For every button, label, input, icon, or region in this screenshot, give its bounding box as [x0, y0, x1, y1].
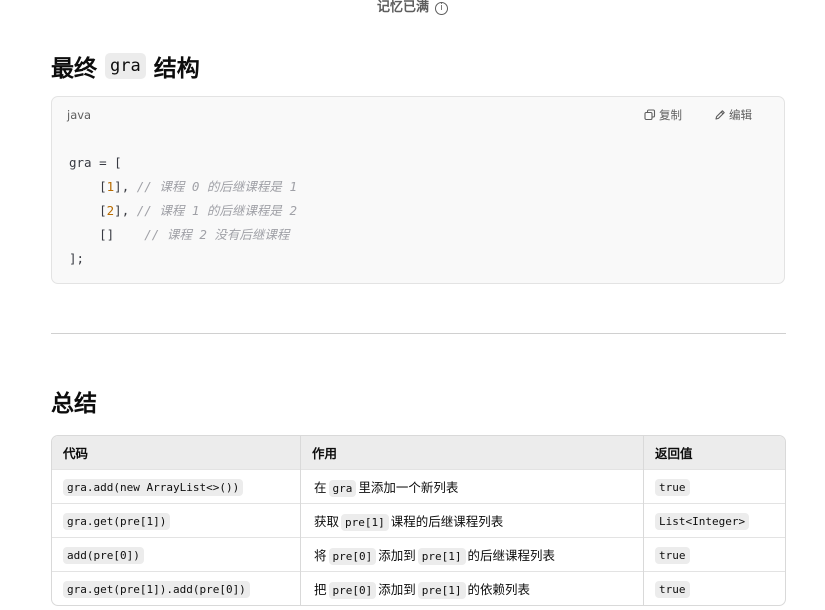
copy-icon: [644, 109, 656, 121]
code-cell: gra.get(pre[1]): [52, 503, 301, 538]
code-line: [] // 课程 2 没有后继课程: [99, 227, 290, 242]
heading-text: 总结: [51, 391, 97, 417]
heading-inline-code: gra: [105, 53, 146, 79]
code-line: gra = [: [69, 155, 122, 170]
table-header-row: 代码 作用 返回值: [52, 436, 785, 470]
column-header-code: 代码: [52, 436, 301, 470]
pencil-icon: [715, 110, 725, 120]
section-heading-summary: 总结: [51, 384, 97, 418]
edit-label: 编辑: [729, 108, 752, 122]
code-actions: 复制 编辑: [644, 107, 752, 123]
chat-page: 记忆已满 i 最终 gra 结构 java 复制 编辑 gra = [[1],…: [0, 0, 825, 610]
heading-text-prefix: 最终: [51, 56, 97, 82]
memory-full-banner[interactable]: 记忆已满 i: [0, 0, 825, 15]
info-icon[interactable]: i: [435, 2, 448, 15]
code-cell: gra.get(pre[1]).add(pre[0]): [52, 571, 301, 605]
effect-cell: 将 pre[0] 添加到 pre[1] 的后继课程列表: [300, 537, 644, 572]
code-cell: add(pre[0]): [52, 537, 301, 572]
return-cell: List<Integer>: [643, 503, 785, 538]
section-heading-final-structure: 最终 gra 结构: [51, 49, 200, 83]
code-line: ];: [69, 251, 85, 266]
code-block: java 复制 编辑 gra = [ [1], // 课程 0 的后继课程是 1: [51, 96, 785, 284]
heading-text-suffix: 结构: [153, 56, 200, 82]
code-line: [1], // 课程 0 的后继课程是 1: [99, 179, 297, 194]
return-cell: true: [643, 469, 785, 504]
table-row: gra.get(pre[1]) 获取 pre[1] 课程的后继课程列表 List<I…: [52, 503, 785, 538]
table-row: gra.add(new ArrayList<>()) 在 gra 里添加一个新列表 …: [52, 469, 785, 504]
memory-full-label: 记忆已满: [376, 0, 429, 15]
table-row: gra.get(pre[1]).add(pre[0]) 把 pre[0] 添加到 pr…: [52, 571, 785, 605]
return-cell: true: [643, 571, 785, 605]
effect-cell: 获取 pre[1] 课程的后继课程列表: [300, 503, 644, 538]
edit-button[interactable]: 编辑: [714, 107, 752, 123]
column-header-return: 返回值: [643, 436, 785, 470]
copy-button[interactable]: 复制: [644, 107, 682, 123]
effect-cell: 在 gra 里添加一个新列表: [300, 469, 644, 504]
table-row: add(pre[0]) 将 pre[0] 添加到 pre[1] 的后继课程列表 true: [52, 537, 785, 572]
copy-label: 复制: [659, 108, 682, 122]
summary-table: 代码 作用 返回值 gra.add(new ArrayList<>()) 在 gr…: [51, 435, 786, 606]
section-divider: [51, 333, 786, 334]
column-header-effect: 作用: [300, 436, 644, 470]
code-language-label: java: [67, 108, 92, 122]
effect-cell: 把 pre[0] 添加到 pre[1] 的依赖列表: [300, 571, 644, 605]
return-cell: true: [643, 537, 785, 572]
code-line: [2], // 课程 1 的后继课程是 2: [99, 203, 297, 218]
code-cell: gra.add(new ArrayList<>()): [52, 469, 301, 504]
code-content[interactable]: gra = [ [1], // 课程 0 的后继课程是 1 [2], // 课程…: [69, 151, 297, 271]
